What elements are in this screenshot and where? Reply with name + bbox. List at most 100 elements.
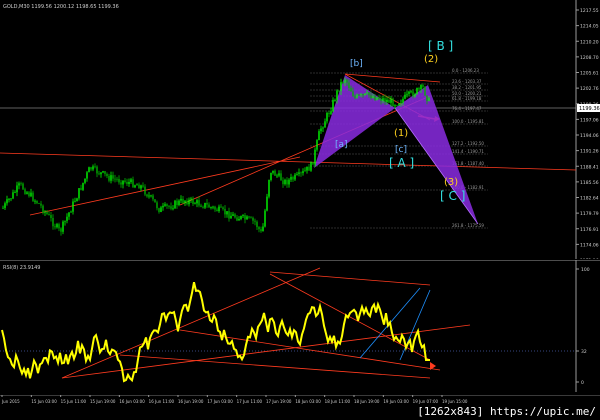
rsi-trendline[interactable] — [119, 354, 431, 379]
candle-body — [302, 171, 304, 174]
candle-body — [170, 206, 172, 209]
rsi-axis: 100 32 0 — [0, 259, 600, 392]
candle-body — [268, 179, 270, 197]
candle-body — [282, 180, 284, 185]
candle-body — [378, 97, 380, 100]
candle-body — [108, 176, 110, 181]
candle-body — [20, 183, 22, 185]
candle-body — [304, 170, 306, 172]
fib-level-label: 127.2 - 1192.50 — [452, 141, 484, 146]
candle-body — [224, 208, 226, 215]
candle-body — [110, 175, 112, 181]
candle-body — [8, 199, 10, 200]
candle-body — [148, 195, 150, 197]
fib-level-label: 261.8 - 1175.59 — [452, 223, 484, 228]
candle-body — [320, 128, 322, 132]
price-tick-label: 1174.06 — [580, 242, 599, 248]
fib-level-label: 76.4 - 1197.47 — [452, 106, 482, 111]
candle-body — [14, 192, 16, 194]
candle-body — [408, 91, 410, 94]
candle-body — [360, 94, 362, 96]
trendline[interactable] — [344, 73, 441, 83]
candle-body — [122, 180, 124, 185]
candle-body — [350, 88, 352, 92]
candle-body — [188, 199, 190, 205]
candle-body — [288, 179, 290, 185]
time-axis: Jun 2015 15 Jun 03:00 15 Jun 11:00 15 Jun 1… — [0, 392, 600, 404]
price-tick-label: 1182.64 — [580, 196, 599, 202]
candle-body — [402, 98, 404, 103]
candle-body — [140, 185, 142, 189]
candle-body — [28, 192, 30, 197]
candle-body — [292, 176, 294, 180]
candle-body — [412, 91, 414, 97]
candle-body — [208, 204, 210, 208]
candle-body — [84, 178, 86, 183]
candle-body — [370, 95, 372, 99]
price-chart-canvas: GOLD,M30 1199.56 1200.12 1198.65 1199.36… — [0, 0, 600, 264]
candle-body — [118, 178, 120, 183]
candle-body — [318, 131, 320, 141]
candle-body — [26, 192, 28, 194]
rsi-chart-canvas: RSI(8) 23.9149 100 32 0 — [0, 259, 600, 392]
candle-body — [338, 90, 340, 92]
candle-body — [214, 206, 216, 210]
candle-body — [160, 207, 162, 212]
candle-body — [204, 202, 206, 208]
price-chart[interactable]: GOLD,M30 1199.56 1200.12 1198.65 1199.36… — [0, 0, 600, 264]
candle-body — [172, 208, 174, 210]
candle-body — [162, 205, 164, 208]
candle-body — [164, 204, 166, 206]
candle-body — [332, 99, 334, 112]
candle-body — [64, 220, 66, 222]
candle-body — [228, 211, 230, 219]
candle-body — [182, 198, 184, 204]
candle-body — [176, 200, 178, 205]
candle-body — [400, 102, 402, 104]
candle-body — [196, 200, 198, 204]
candle-body — [186, 200, 188, 205]
trendline[interactable] — [179, 95, 431, 206]
candle-body — [230, 215, 232, 219]
candle-body — [346, 79, 348, 83]
wave-label-B-big: [ B ] — [428, 39, 453, 53]
candle-body — [94, 166, 96, 168]
candle-body — [100, 172, 102, 175]
fib-level-label: 0.0 - 1206.23 — [452, 68, 479, 73]
candle-body — [418, 87, 420, 90]
candle-body — [60, 228, 62, 232]
candle-body — [46, 211, 48, 215]
rsi-chart[interactable]: RSI(8) 23.9149 100 32 0 — [0, 259, 600, 392]
rsi-trendline[interactable] — [269, 271, 431, 286]
candle-body — [12, 192, 14, 199]
trendlines[interactable] — [0, 73, 577, 216]
candle-body — [78, 188, 80, 199]
candle-body — [248, 216, 250, 218]
candle-body — [308, 166, 310, 171]
candle-body — [216, 209, 218, 212]
rsi-title: RSI(8) 23.9149 — [3, 265, 40, 271]
candle-body — [340, 82, 342, 92]
candle-body — [42, 205, 44, 213]
candle-body — [422, 85, 424, 87]
candle-body — [428, 98, 430, 101]
candle-body — [206, 202, 208, 205]
candle-body — [58, 224, 60, 229]
candle-body — [290, 176, 292, 180]
wave-label-three: (3) — [444, 177, 458, 188]
candle-body — [86, 172, 88, 179]
candle-body — [184, 200, 186, 204]
candle-body — [316, 140, 318, 150]
trendline[interactable] — [0, 152, 577, 171]
candle-body — [130, 179, 132, 182]
candle-body — [24, 189, 26, 194]
wave-label-A-big: [ A ] — [389, 156, 414, 170]
candle-body — [426, 95, 428, 101]
candle-body — [66, 216, 68, 221]
candle-body — [260, 229, 262, 232]
candle-body — [234, 214, 236, 218]
candle-body — [364, 93, 366, 96]
candle-body — [326, 113, 328, 122]
candle-body — [266, 196, 268, 211]
price-tick-label: 1202.76 — [580, 86, 599, 92]
